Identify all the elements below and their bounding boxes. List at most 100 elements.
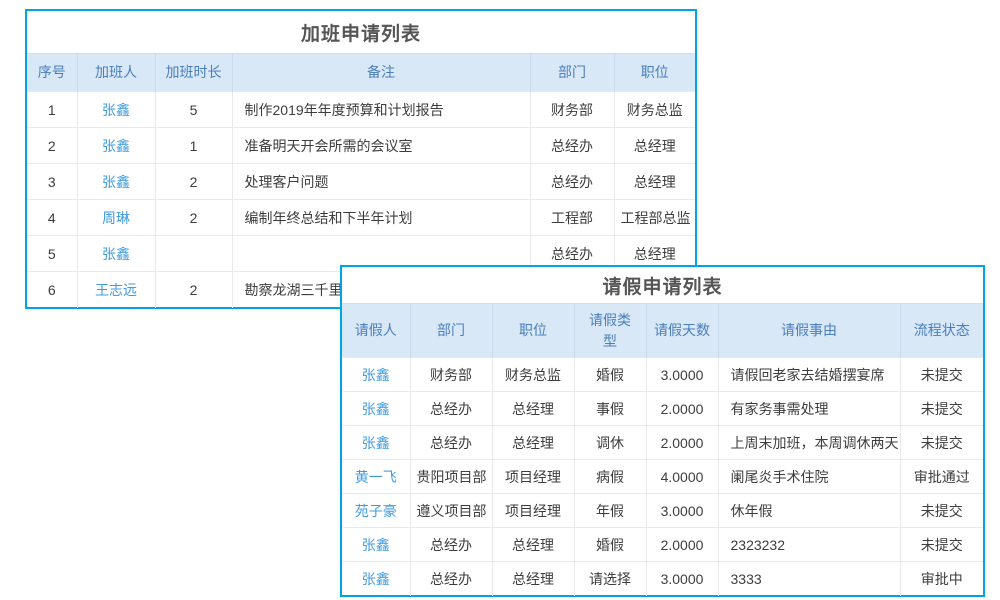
reason-cell: 休年假: [718, 494, 900, 528]
hours-cell: 1: [155, 128, 232, 164]
position-column-header: 职位: [492, 304, 574, 358]
position-cell: 财务总监: [614, 92, 695, 128]
days-cell: 4.0000: [646, 460, 718, 494]
leave-header-row: 请假人 部门 职位 请假类型 请假天数 请假事由 流程状态: [342, 304, 983, 358]
type-cell: 事假: [574, 392, 646, 426]
type-cell: 婚假: [574, 358, 646, 392]
leave-type-column-header: 请假类型: [574, 304, 646, 358]
table-row: 1张鑫5制作2019年年度预算和计划报告财务部财务总监: [27, 92, 695, 128]
department-column-header: 部门: [410, 304, 492, 358]
table-row: 张鑫总经办总经理事假2.0000有家务事需处理未提交: [342, 392, 983, 426]
position-cell: 总经理: [614, 128, 695, 164]
table-row: 4周琳2编制年终总结和下半年计划工程部工程部总监: [27, 200, 695, 236]
status-cell: 未提交: [900, 358, 983, 392]
type-cell: 请选择: [574, 562, 646, 596]
table-row: 张鑫总经办总经理调休2.0000上周末加班，本周调休两天未提交: [342, 426, 983, 460]
name-cell[interactable]: 周琳: [77, 200, 155, 236]
dept-cell: 财务部: [410, 358, 492, 392]
seq-cell: 2: [27, 128, 77, 164]
dept-cell: 总经办: [530, 128, 614, 164]
overtime-table-title: 加班申请列表: [27, 11, 695, 53]
workflow-status-column-header: 流程状态: [900, 304, 983, 358]
reason-cell: 上周末加班，本周调休两天: [718, 426, 900, 460]
seq-cell: 3: [27, 164, 77, 200]
reason-cell: 2323232: [718, 528, 900, 562]
overtime-person-column-header: 加班人: [77, 54, 155, 92]
table-row: 张鑫总经办总经理请选择3.00003333审批中: [342, 562, 983, 596]
name-cell[interactable]: 张鑫: [342, 562, 410, 596]
reason-cell: 有家务事需处理: [718, 392, 900, 426]
table-row: 黄一飞贵阳项目部项目经理病假4.0000阑尾炎手术住院审批通过: [342, 460, 983, 494]
position-cell: 总经理: [492, 562, 574, 596]
days-cell: 2.0000: [646, 426, 718, 460]
name-cell[interactable]: 张鑫: [77, 236, 155, 272]
days-cell: 3.0000: [646, 562, 718, 596]
name-cell[interactable]: 黄一飞: [342, 460, 410, 494]
hours-cell: 2: [155, 164, 232, 200]
name-cell[interactable]: 张鑫: [342, 392, 410, 426]
table-row: 张鑫财务部财务总监婚假3.0000请假回老家去结婚摆宴席未提交: [342, 358, 983, 392]
type-cell: 年假: [574, 494, 646, 528]
table-row: 苑子豪遵义项目部项目经理年假3.0000休年假未提交: [342, 494, 983, 528]
overtime-table-panel: 加班申请列表 序号 加班人 加班时长 备注 部门 职位 1张鑫5制作2019年年…: [25, 9, 697, 309]
position-cell: 总经理: [614, 164, 695, 200]
type-cell: 病假: [574, 460, 646, 494]
reason-cell: 3333: [718, 562, 900, 596]
remark-cell: 处理客户问题: [232, 164, 530, 200]
overtime-header-row: 序号 加班人 加班时长 备注 部门 职位: [27, 54, 695, 92]
reason-cell: 阑尾炎手术住院: [718, 460, 900, 494]
position-cell: 总经理: [492, 528, 574, 562]
name-cell[interactable]: 张鑫: [77, 92, 155, 128]
days-cell: 3.0000: [646, 494, 718, 528]
hours-cell: 5: [155, 92, 232, 128]
status-cell: 未提交: [900, 392, 983, 426]
position-cell: 总经理: [492, 426, 574, 460]
status-cell: 审批通过: [900, 460, 983, 494]
name-cell[interactable]: 张鑫: [342, 528, 410, 562]
remark-cell: 制作2019年年度预算和计划报告: [232, 92, 530, 128]
seq-cell: 6: [27, 272, 77, 308]
remark-column-header: 备注: [232, 54, 530, 92]
seq-column-header: 序号: [27, 54, 77, 92]
seq-cell: 5: [27, 236, 77, 272]
seq-cell: 4: [27, 200, 77, 236]
days-cell: 2.0000: [646, 528, 718, 562]
position-cell: 工程部总监: [614, 200, 695, 236]
dept-cell: 总经办: [410, 562, 492, 596]
leave-days-column-header: 请假天数: [646, 304, 718, 358]
dept-cell: 工程部: [530, 200, 614, 236]
name-cell[interactable]: 张鑫: [77, 128, 155, 164]
dept-cell: 总经办: [410, 426, 492, 460]
dept-cell: 贵阳项目部: [410, 460, 492, 494]
hours-cell: [155, 236, 232, 272]
leave-table: 请假人 部门 职位 请假类型 请假天数 请假事由 流程状态 张鑫财务部财务总监婚…: [342, 303, 983, 596]
leave-person-column-header: 请假人: [342, 304, 410, 358]
reason-cell: 请假回老家去结婚摆宴席: [718, 358, 900, 392]
name-cell[interactable]: 张鑫: [342, 358, 410, 392]
overtime-hours-column-header: 加班时长: [155, 54, 232, 92]
dept-cell: 遵义项目部: [410, 494, 492, 528]
leave-table-panel: 请假申请列表 请假人 部门 职位 请假类型 请假天数 请假事由 流程状态 张鑫财…: [340, 265, 985, 597]
remark-cell: 准备明天开会所需的会议室: [232, 128, 530, 164]
days-cell: 2.0000: [646, 392, 718, 426]
status-cell: 未提交: [900, 494, 983, 528]
position-cell: 项目经理: [492, 460, 574, 494]
status-cell: 审批中: [900, 562, 983, 596]
leave-table-title: 请假申请列表: [342, 267, 983, 303]
dept-cell: 总经办: [410, 392, 492, 426]
leave-table-body: 张鑫财务部财务总监婚假3.0000请假回老家去结婚摆宴席未提交张鑫总经办总经理事…: [342, 358, 983, 596]
hours-cell: 2: [155, 200, 232, 236]
seq-cell: 1: [27, 92, 77, 128]
position-column-header: 职位: [614, 54, 695, 92]
name-cell[interactable]: 苑子豪: [342, 494, 410, 528]
table-row: 3张鑫2处理客户问题总经办总经理: [27, 164, 695, 200]
status-cell: 未提交: [900, 426, 983, 460]
dept-cell: 总经办: [530, 164, 614, 200]
name-cell[interactable]: 王志远: [77, 272, 155, 308]
position-cell: 总经理: [492, 392, 574, 426]
department-column-header: 部门: [530, 54, 614, 92]
table-row: 2张鑫1准备明天开会所需的会议室总经办总经理: [27, 128, 695, 164]
name-cell[interactable]: 张鑫: [77, 164, 155, 200]
position-cell: 项目经理: [492, 494, 574, 528]
name-cell[interactable]: 张鑫: [342, 426, 410, 460]
